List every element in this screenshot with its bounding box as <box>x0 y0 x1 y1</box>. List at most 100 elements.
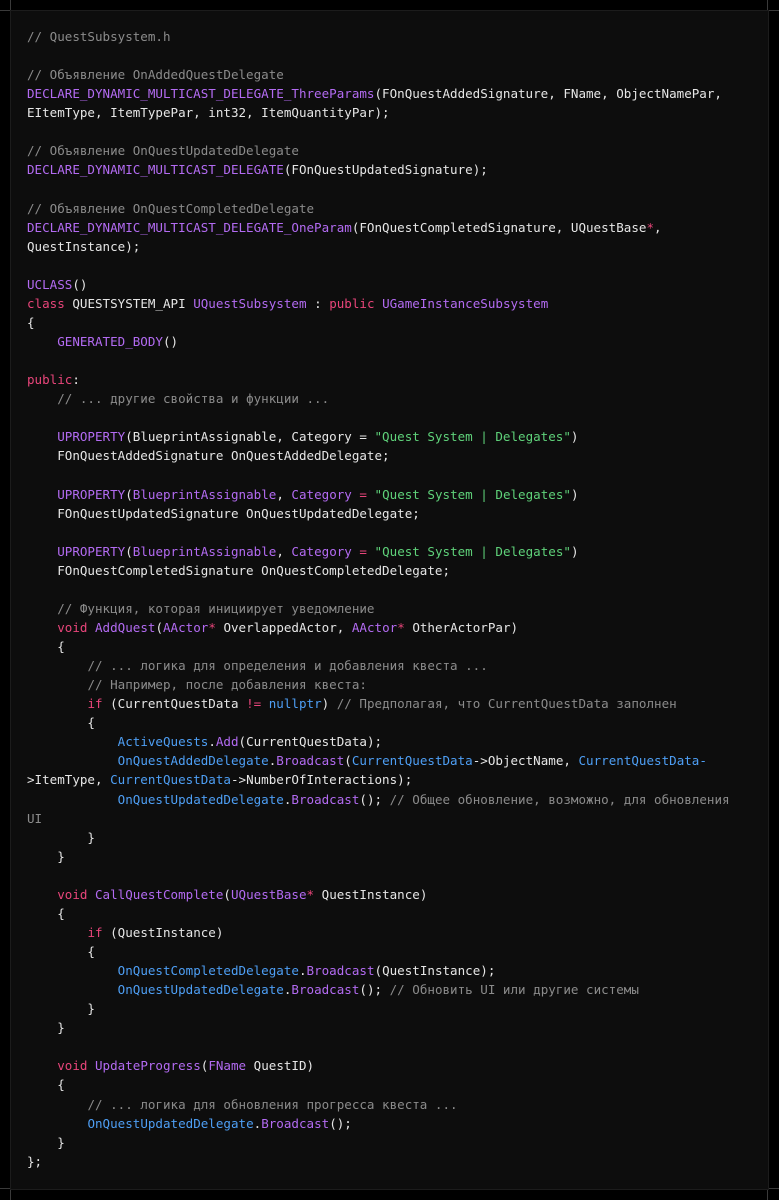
code-token-macro: DECLARE_DYNAMIC_MULTICAST_DELEGATE_Three… <box>27 86 375 102</box>
code-token-plain: } <box>27 1001 95 1017</box>
code-token-op: != <box>246 696 262 712</box>
code-token-plain: (FOnQuestAddedSignature, FName, ObjectNa… <box>374 86 722 102</box>
code-token-plain: . <box>208 734 216 750</box>
code-token-keyword: public <box>329 295 375 311</box>
code-token-macro: UPROPERTY <box>57 543 126 559</box>
code-token-plain: ->NumberOfInteractions); <box>230 772 413 788</box>
code-line: UCLASS() <box>27 275 757 294</box>
code-line: } <box>27 1018 757 1037</box>
code-token-op: = <box>351 486 375 502</box>
code-token-macro: UCLASS <box>27 276 73 292</box>
code-token-comment: UI <box>27 810 43 826</box>
code-token-plain: FOnQuestUpdatedSignature OnQuestUpdatedD… <box>27 505 420 521</box>
code-token-plain: FOnQuestAddedSignature OnQuestAddedDeleg… <box>27 448 390 464</box>
code-block: // QuestSubsystem.h // Объявление OnAdde… <box>27 27 757 1171</box>
code-token-plain: ) <box>570 486 579 502</box>
code-token-plain: QuestID) <box>246 1058 315 1074</box>
code-token-plain: } <box>27 1020 65 1036</box>
code-line: OnQuestUpdatedDelegate.Broadcast(); <box>27 1114 757 1133</box>
code-token-keyword: void <box>57 619 88 635</box>
code-token-comment: // Общее обновление, возможно, для обнов… <box>389 791 730 807</box>
code-token-plain: : <box>306 295 330 311</box>
code-token-keyword: void <box>57 886 88 902</box>
code-token-plain: QuestInstance); <box>27 238 141 254</box>
code-line: { <box>27 637 757 656</box>
code-line: // ... логика для обновления прогресса к… <box>27 1095 757 1114</box>
code-line: // Объявление OnAddedQuestDelegate <box>27 65 757 84</box>
code-token-op: * <box>208 619 216 635</box>
code-line: // ... логика для определения и добавлен… <box>27 656 757 675</box>
code-line: DECLARE_DYNAMIC_MULTICAST_DELEGATE_Three… <box>27 84 757 103</box>
code-token-macro: GENERATED_BODY <box>57 334 163 349</box>
code-token-plain: , <box>276 486 292 502</box>
code-token-comment: // ... другие свойства и функции ... <box>57 391 330 407</box>
code-token-type: Broadcast <box>306 963 375 979</box>
code-token-macro: UPROPERTY <box>57 486 126 502</box>
code-line: ActiveQuests.Add(CurrentQuestData); <box>27 732 757 751</box>
code-token-plain: (); <box>329 1115 352 1131</box>
code-token-type: FName <box>208 1058 247 1074</box>
code-token-comment: // Объявление OnAddedQuestDelegate <box>27 67 284 83</box>
code-token-member: OnQuestCompletedDelegate <box>117 963 299 979</box>
code-token-member: CurrentQuestData- <box>578 753 707 769</box>
code-token-member: ActiveQuests <box>117 734 209 750</box>
code-token-plain: ( <box>125 486 133 502</box>
code-token-plain: { <box>27 1077 65 1093</box>
code-token-type: CallQuestComplete <box>95 886 224 902</box>
code-line: UPROPERTY(BlueprintAssignable, Category … <box>27 485 757 504</box>
code-token-type: AddQuest <box>95 619 156 635</box>
code-token-plain: (FOnQuestUpdatedSignature); <box>283 162 488 178</box>
code-token-plain: OverlappedActor, <box>215 619 352 635</box>
code-line: OnQuestAddedDelegate.Broadcast(CurrentQu… <box>27 751 757 770</box>
code-line: void UpdateProgress(FName QuestID) <box>27 1056 757 1075</box>
code-token-plain: QuestInstance) <box>314 886 428 902</box>
code-token-type: AActor <box>351 619 398 635</box>
code-token-plain: ) <box>570 543 579 559</box>
code-token-plain: { <box>27 639 65 654</box>
code-token-member: CurrentQuestData <box>351 753 473 769</box>
code-token-type: Broadcast <box>261 1115 330 1131</box>
code-line: } <box>27 847 757 866</box>
code-token-op: * <box>306 886 315 902</box>
code-token-plain: (QuestInstance); <box>374 963 496 979</box>
code-token-plain: ->ObjectName, <box>472 753 579 769</box>
code-token-plain: ) <box>321 696 337 712</box>
code-token-type: Add <box>215 734 239 750</box>
code-token-comment: // Предполагая, что CurrentQuestData зап… <box>336 696 677 712</box>
code-token-macro: DECLARE_DYNAMIC_MULTICAST_DELEGATE_OnePa… <box>27 219 352 235</box>
code-token-plain: EItemType, ItemTypePar, int32, ItemQuant… <box>27 105 390 121</box>
code-line: // Объявление OnQuestUpdatedDelegate <box>27 141 757 160</box>
code-line: DECLARE_DYNAMIC_MULTICAST_DELEGATE(FOnQu… <box>27 160 757 179</box>
code-line: GENERATED_BODY() <box>27 332 757 351</box>
code-token-type: BlueprintAssignable <box>132 543 277 559</box>
code-token-plain: >ItemType, <box>27 772 111 788</box>
code-token-plain: FOnQuestCompletedSignature OnQuestComple… <box>27 562 451 578</box>
code-token-member: CurrentQuestData <box>110 772 231 788</box>
code-token-type: Broadcast <box>291 982 360 998</box>
code-token-string: "Quest System | Delegates" <box>374 543 571 559</box>
code-line: class QUESTSYSTEM_API UQuestSubsystem : … <box>27 294 757 313</box>
code-token-comment: // QuestSubsystem.h <box>27 29 171 44</box>
code-token-plain: { <box>27 944 95 959</box>
code-token-plain: , <box>654 219 662 235</box>
code-token-plain: } <box>27 848 65 864</box>
code-token-string: "Quest System | Delegates" <box>374 486 571 502</box>
code-line: DECLARE_DYNAMIC_MULTICAST_DELEGATE_OnePa… <box>27 218 757 237</box>
code-token-member: OnQuestUpdatedDelegate <box>87 1115 254 1131</box>
code-token-plain: (); <box>359 791 390 807</box>
